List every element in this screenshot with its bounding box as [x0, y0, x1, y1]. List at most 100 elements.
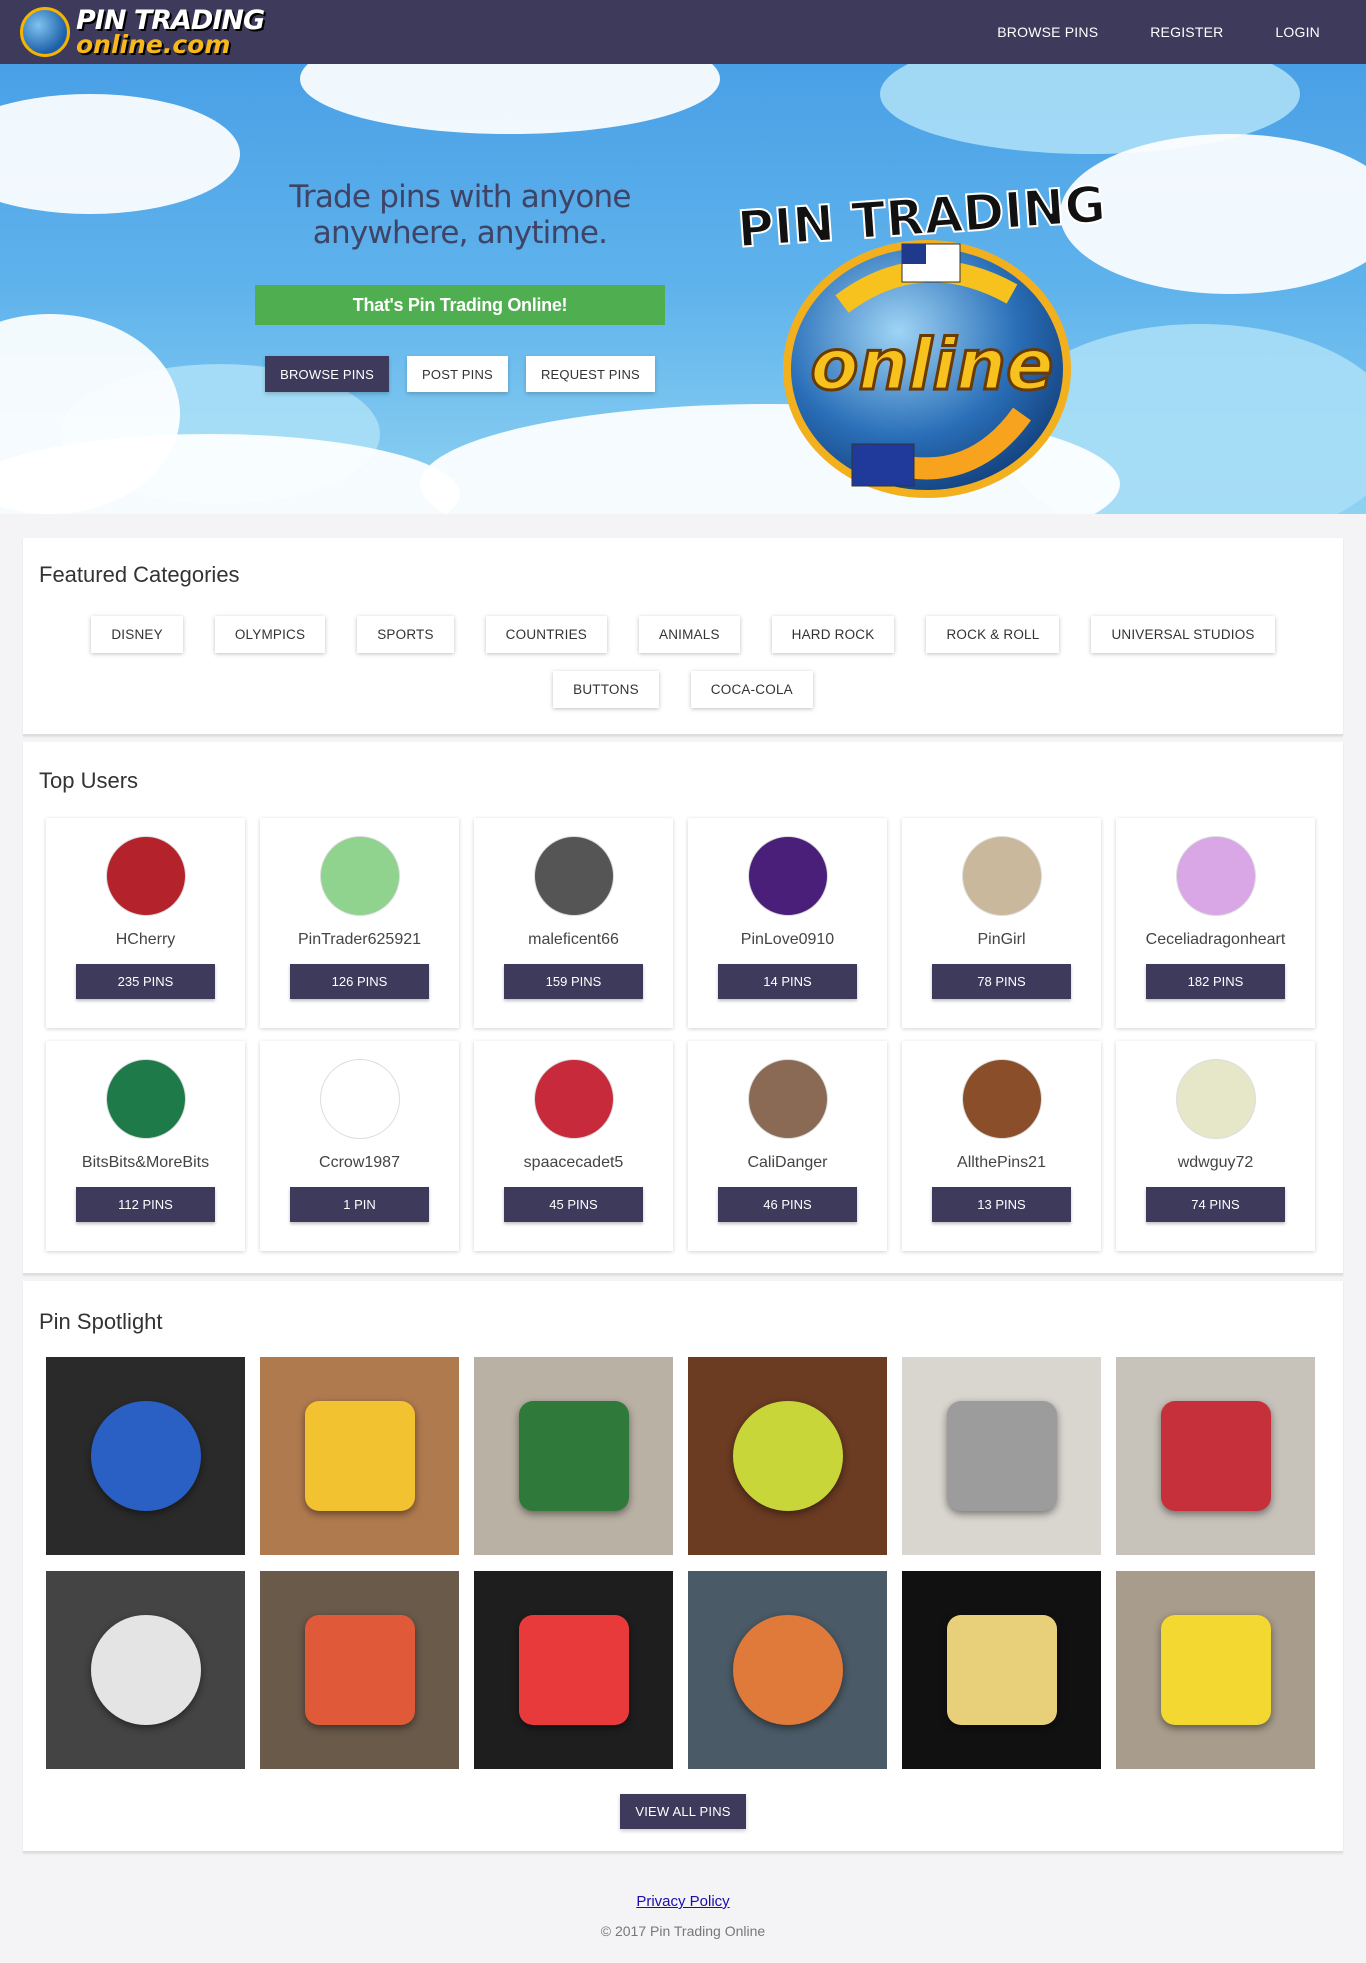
user-pins-button[interactable]: 159 PINS	[504, 964, 643, 999]
pin-thumbnail[interactable]	[474, 1571, 673, 1769]
pin-thumbnail[interactable]	[1116, 1357, 1315, 1555]
category-button[interactable]: COCA-COLA	[690, 671, 813, 708]
top-users-panel: Top Users HCherry 235 PINS PinTrader625921…	[23, 742, 1343, 1275]
pin-image	[518, 1401, 629, 1511]
user-card[interactable]: PinGirl 78 PINS	[902, 818, 1101, 1028]
username[interactable]: spaacecadet5	[524, 1154, 624, 1172]
pin-thumbnail[interactable]	[1116, 1571, 1315, 1769]
request-pins-button[interactable]: REQUEST PINS	[525, 356, 655, 392]
user-pins-button[interactable]: 13 PINS	[932, 1187, 1071, 1222]
avatar[interactable]	[747, 836, 828, 916]
nav-register[interactable]: REGISTER	[1124, 24, 1249, 40]
pin-thumbnail[interactable]	[46, 1571, 245, 1769]
category-button[interactable]: ANIMALS	[638, 616, 740, 653]
category-button[interactable]: DISNEY	[91, 616, 183, 653]
user-card[interactable]: BitsBits&MoreBits 112 PINS	[46, 1041, 245, 1251]
user-grid: HCherry 235 PINS PinTrader625921 126 PINS ma…	[23, 794, 1343, 1273]
user-card[interactable]: PinTrader625921 126 PINS	[260, 818, 459, 1028]
pin-image	[304, 1615, 415, 1725]
pin-spotlight-title: Pin Spotlight	[39, 1309, 163, 1334]
pin-spotlight-panel: Pin Spotlight VIEW ALL PINS	[23, 1281, 1343, 1853]
category-button[interactable]: BUTTONS	[553, 671, 659, 708]
nav-login[interactable]: LOGIN	[1249, 24, 1346, 40]
hero-tagline: Trade pins with anyone anywhere, anytime…	[289, 179, 631, 251]
post-pins-button[interactable]: POST PINS	[407, 356, 508, 392]
user-card[interactable]: CaliDanger 46 PINS	[688, 1041, 887, 1251]
user-card[interactable]: HCherry 235 PINS	[46, 818, 245, 1028]
avatar[interactable]	[533, 1059, 614, 1139]
hero-buttons: BROWSE PINS POST PINS REQUEST PINS	[255, 356, 665, 392]
user-card[interactable]: wdwguy72 74 PINS	[1116, 1041, 1315, 1251]
user-card[interactable]: spaacecadet5 45 PINS	[474, 1041, 673, 1251]
category-button[interactable]: UNIVERSAL STUDIOS	[1091, 616, 1275, 653]
logo-online-text: online	[810, 324, 1053, 406]
avatar[interactable]	[1175, 1059, 1256, 1139]
user-pins-button[interactable]: 46 PINS	[718, 1187, 857, 1222]
privacy-policy-link[interactable]: Privacy Policy	[636, 1893, 729, 1910]
user-pins-button[interactable]: 235 PINS	[76, 964, 215, 999]
user-pins-button[interactable]: 74 PINS	[1146, 1187, 1285, 1222]
pin-image	[304, 1401, 415, 1511]
username[interactable]: PinLove0910	[741, 931, 834, 949]
username[interactable]: HCherry	[116, 931, 176, 949]
pin-image	[946, 1401, 1057, 1511]
featured-categories-panel: Featured Categories DISNEY OLYMPICS SPORTS…	[23, 538, 1343, 736]
nav-browse-pins[interactable]: BROWSE PINS	[971, 24, 1124, 40]
top-navbar: PIN TRADING online.com BROWSE PINS REGIS…	[0, 0, 1366, 64]
user-pins-button[interactable]: 78 PINS	[932, 964, 1071, 999]
username[interactable]: BitsBits&MoreBits	[82, 1154, 209, 1172]
user-card[interactable]: maleficent66 159 PINS	[474, 818, 673, 1028]
pin-image	[732, 1401, 843, 1511]
avatar[interactable]	[533, 836, 614, 916]
pin-trading-online-logo: PIN TRADING online	[735, 184, 1108, 498]
category-button[interactable]: ROCK & ROLL	[926, 616, 1060, 653]
username[interactable]: CaliDanger	[747, 1154, 827, 1172]
pin-thumbnail[interactable]	[260, 1571, 459, 1769]
pin-thumbnail[interactable]	[902, 1357, 1101, 1555]
pin-image	[90, 1401, 201, 1511]
avatar[interactable]	[105, 1059, 186, 1139]
user-card[interactable]: AllthePins21 13 PINS	[902, 1041, 1101, 1251]
site-logo[interactable]: PIN TRADING online.com	[20, 7, 265, 57]
view-all-pins-button[interactable]: VIEW ALL PINS	[620, 1794, 746, 1829]
pin-thumbnail[interactable]	[902, 1571, 1101, 1769]
category-button[interactable]: OLYMPICS	[214, 616, 326, 653]
avatar[interactable]	[319, 836, 400, 916]
avatar[interactable]	[747, 1059, 828, 1139]
pin-thumbnail[interactable]	[688, 1571, 887, 1769]
pin-thumbnail[interactable]	[474, 1357, 673, 1555]
globe-icon	[20, 7, 70, 57]
avatar[interactable]	[319, 1059, 400, 1139]
avatar[interactable]	[961, 836, 1042, 916]
username[interactable]: wdwguy72	[1178, 1154, 1254, 1172]
avatar[interactable]	[1175, 836, 1256, 916]
user-pins-button[interactable]: 126 PINS	[290, 964, 429, 999]
username[interactable]: PinTrader625921	[298, 931, 421, 949]
username[interactable]: Ceceliadragonheart	[1146, 931, 1286, 949]
category-list: DISNEY OLYMPICS SPORTS COUNTRIES ANIMALS HARD…	[23, 588, 1343, 734]
username[interactable]: maleficent66	[528, 931, 619, 949]
user-card[interactable]: Ceceliadragonheart 182 PINS	[1116, 818, 1315, 1028]
pin-thumbnail[interactable]	[260, 1357, 459, 1555]
pin-thumbnail[interactable]	[688, 1357, 887, 1555]
category-button[interactable]: HARD ROCK	[771, 616, 895, 653]
pin-thumbnail[interactable]	[46, 1357, 245, 1555]
avatar[interactable]	[961, 1059, 1042, 1139]
user-card[interactable]: PinLove0910 14 PINS	[688, 818, 887, 1028]
browse-pins-button[interactable]: BROWSE PINS	[265, 356, 390, 392]
user-pins-button[interactable]: 182 PINS	[1146, 964, 1285, 999]
user-pins-button[interactable]: 45 PINS	[504, 1187, 643, 1222]
user-pins-button[interactable]: 14 PINS	[718, 964, 857, 999]
avatar[interactable]	[105, 836, 186, 916]
username[interactable]: Ccrow1987	[319, 1154, 400, 1172]
user-card[interactable]: Ccrow1987 1 PIN	[260, 1041, 459, 1251]
user-pins-button[interactable]: 1 PIN	[290, 1187, 429, 1222]
user-pins-button[interactable]: 112 PINS	[76, 1187, 215, 1222]
cloud-decoration	[0, 434, 460, 514]
pin-image	[1160, 1401, 1271, 1511]
username[interactable]: AllthePins21	[957, 1154, 1046, 1172]
category-button[interactable]: COUNTRIES	[485, 616, 607, 653]
username[interactable]: PinGirl	[977, 931, 1025, 949]
category-button[interactable]: SPORTS	[357, 616, 454, 653]
featured-categories-title: Featured Categories	[39, 562, 240, 587]
